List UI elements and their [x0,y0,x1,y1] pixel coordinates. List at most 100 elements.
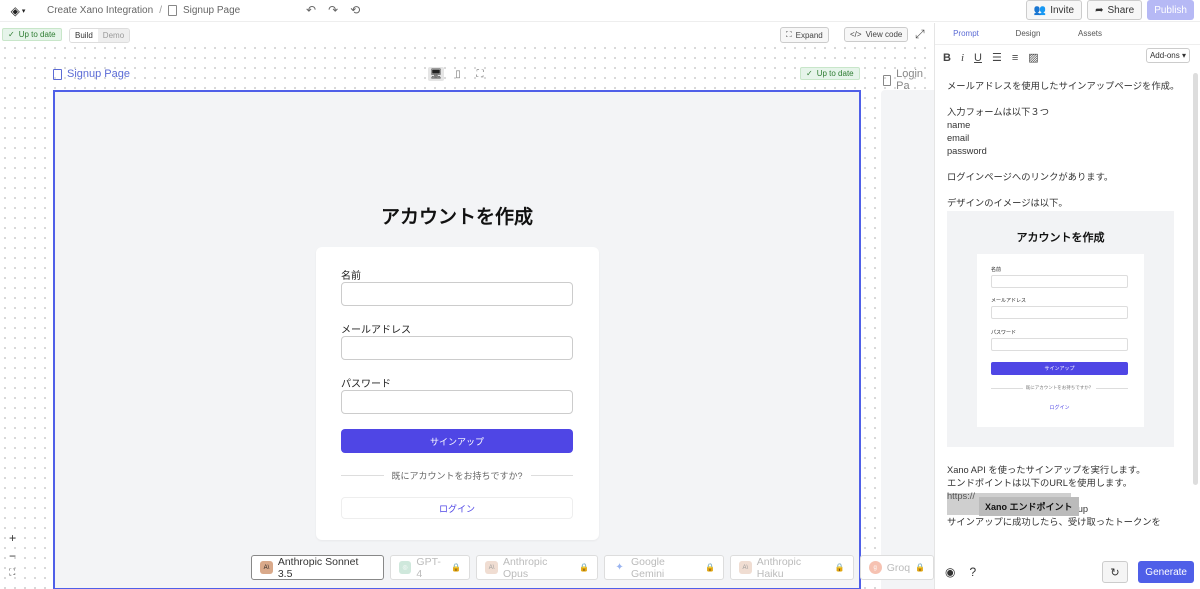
email-field[interactable] [341,336,573,360]
login-link[interactable]: ログイン [341,497,573,519]
signup-button[interactable]: サインアップ [341,429,573,453]
model-label: Anthropic Haiku [756,555,802,580]
bullet-list-icon[interactable]: ≡ [1012,52,1018,64]
prompt-line: エンドポイントは以下のURLを使用します。 [947,478,1133,488]
model-groq[interactable]: g Groq 🔒 [859,555,935,580]
panel-scrollbar[interactable] [1193,73,1198,485]
share-label: Share [1107,4,1135,16]
anthropic-icon: A\ [260,561,273,574]
anthropic-icon: A\ [485,561,498,574]
design-image-password-label: パスワード [991,330,1017,336]
name-label: 名前 [341,271,361,282]
ordered-list-icon[interactable]: ☰ [992,51,1002,64]
endpoint-tooltip: Xano エンドポイント [979,497,1079,516]
invite-button[interactable]: 👥 Invite [1025,0,1083,20]
lock-icon: 🔒 [579,563,590,572]
tab-prompt[interactable]: Prompt [935,23,997,44]
frame-page-label[interactable]: Signup Page [53,68,130,80]
history-icon[interactable]: ⟲ [350,3,360,17]
model-google-gemini[interactable]: ✦ Google Gemini 🔒 [604,555,724,580]
chevron-down-icon: ▾ [21,7,26,15]
design-image-name-label: 名前 [991,267,1002,273]
model-label: Groq [886,561,911,574]
status-badge: ✓ Up to date [2,28,62,41]
panel-tabs: Prompt Design Assets [935,23,1200,45]
tab-assets[interactable]: Assets [1059,23,1121,44]
history-controls: ↶ ↷ ⟲ [306,3,360,17]
model-anthropic-opus[interactable]: A\ Anthropic Opus 🔒 [476,555,599,580]
status-label: Up to date [18,30,56,39]
zoom-in-button[interactable]: + [9,531,16,545]
model-label: Anthropic Sonnet 3.5 [277,555,359,580]
prompt-blank [947,93,1183,106]
fullscreen-preview-icon[interactable]: ⛶ [472,67,488,81]
mode-demo-button[interactable]: Demo [97,29,130,42]
prompt-panel: Prompt Design Assets B i U ☰ ≡ ▨ Add-ons… [934,23,1200,589]
password-label: パスワード [341,379,391,390]
share-button[interactable]: ➦ Share [1087,0,1143,20]
design-image-login-link: ログイン [1049,405,1070,411]
view-code-label: View code [865,30,903,39]
groq-icon: g [868,561,882,574]
anthropic-icon: A\ [738,561,752,574]
italic-icon[interactable]: i [961,52,964,64]
divider-text: 既にアカウントをお持ちですか? [391,471,523,481]
device-toggle: 🖥 ▯ ⛶ [428,67,488,81]
chevron-down-icon: ▾ [1181,51,1186,60]
mode-build-button[interactable]: Build [70,29,98,42]
app-logo-menu[interactable]: ◈ ▾ [0,4,36,18]
refresh-icon: ↻ [1110,566,1120,579]
discord-icon[interactable]: ◉ [945,565,955,579]
design-canvas[interactable]: ✓ Up to date Build Demo ⛶ Expand </> View c… [0,23,941,589]
share-icon: ➦ [1095,4,1104,16]
breadcrumb-project[interactable]: Create Xano Integration [47,5,153,16]
help-icon[interactable]: ? [969,565,976,579]
prompt-text[interactable]: メールアドレスを使用したサインアップページを作成。 入力フォームは以下３つ na… [947,80,1183,210]
image-icon[interactable]: ▨ [1028,51,1038,64]
code-icon: </> [850,30,862,39]
prompt-line: name [947,120,971,130]
breadcrumb-page[interactable]: Signup Page [183,5,240,16]
expand-button[interactable]: ⛶ Expand [780,27,829,43]
signup-page-frame[interactable]: アカウントを作成 名前 メールアドレス パスワード サインアップ 既にアカウント… [53,90,861,589]
lock-icon: 🔒 [834,563,845,572]
prompt-line: password [947,146,987,156]
addons-dropdown[interactable]: Add-ons ▾ [1145,48,1190,63]
design-image-title: アカウントを作成 [1016,232,1105,244]
login-divider: 既にアカウントをお持ちですか? [341,469,573,482]
mode-toggle: Build Demo [69,28,131,43]
name-field[interactable] [341,282,573,306]
zoom-out-button[interactable]: − [9,549,16,563]
top-bar: ◈ ▾ Create Xano Integration / Signup Page… [0,0,1200,22]
model-gpt4[interactable]: ◎ GPT-4 🔒 [389,555,471,580]
bold-icon[interactable]: B [943,52,951,64]
design-image-password-field [991,338,1128,351]
fit-view-button[interactable]: ⛶ [9,567,16,578]
fullscreen-icon[interactable]: ⤢ [915,27,925,42]
prompt-blank [947,158,1183,171]
login-page-frame[interactable] [881,90,941,589]
model-anthropic-haiku[interactable]: A\ Anthropic Haiku 🔒 [729,555,854,580]
reset-button[interactable]: ↻ [1102,561,1128,583]
prompt-line: デザインのイメージは以下。 [947,198,1068,208]
lock-icon: 🔒 [451,563,462,572]
undo-icon[interactable]: ↶ [306,3,316,17]
file-icon [53,68,62,80]
redo-icon[interactable]: ↷ [328,3,338,17]
password-field[interactable] [341,390,573,414]
next-frame-page-label[interactable]: Login Pa [883,68,934,92]
underline-icon[interactable]: U [974,52,982,64]
check-icon: ✓ [806,69,813,78]
email-label: メールアドレス [341,325,411,336]
desktop-icon[interactable]: 🖥 [428,67,444,81]
model-anthropic-sonnet[interactable]: A\ Anthropic Sonnet 3.5 [251,555,384,580]
view-code-button[interactable]: </> View code [844,27,909,42]
tab-design[interactable]: Design [997,23,1059,44]
prompt-blank [947,184,1183,197]
publish-button[interactable]: Publish [1147,0,1194,20]
design-image-divider-text: 既にアカウントをお持ちですか？ [1025,385,1094,390]
generate-button[interactable]: Generate [1138,561,1194,583]
mobile-icon[interactable]: ▯ [450,67,466,81]
prompt-line: ログインページへのリンクがあります。 [947,172,1114,182]
design-image-name-field [991,275,1128,288]
